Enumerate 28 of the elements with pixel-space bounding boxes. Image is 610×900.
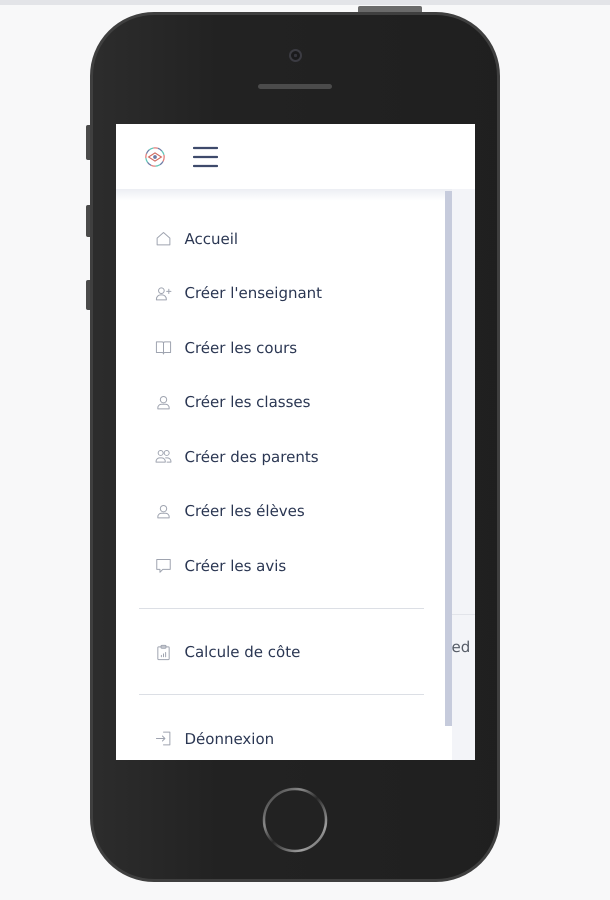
- user-icon: [154, 502, 172, 520]
- menu-icon[interactable]: [192, 146, 218, 168]
- speech-bubble-icon: [154, 557, 172, 574]
- logo-icon: [144, 146, 166, 168]
- menu-item[interactable]: Créer l'enseignant: [154, 282, 322, 304]
- menu-item[interactable]: Créer les avis: [154, 554, 286, 577]
- menu-item[interactable]: Créer les élèves: [154, 500, 305, 522]
- side-button[interactable]: [86, 125, 90, 160]
- side-button[interactable]: [86, 280, 90, 310]
- menu-item[interactable]: Créer les cours: [154, 336, 298, 359]
- menu-item[interactable]: Créer les classes: [154, 391, 310, 414]
- home-button[interactable]: [262, 787, 328, 853]
- menu-item[interactable]: Créer des parents: [154, 446, 319, 468]
- scrollbar[interactable]: [444, 191, 452, 726]
- side-button[interactable]: [86, 205, 90, 237]
- top-button[interactable]: [358, 6, 422, 12]
- menu-item[interactable]: Déonnexion: [154, 728, 274, 750]
- camera-icon: [288, 48, 302, 62]
- page-text-fragment: ed: [452, 638, 472, 656]
- enter-icon: [154, 730, 172, 748]
- clipboard-chart-icon: [154, 644, 172, 661]
- user-icon: [154, 394, 172, 411]
- users-icon: [154, 448, 172, 466]
- home-icon: [154, 230, 172, 248]
- user-plus-icon: [154, 284, 172, 302]
- menu-item[interactable]: Calcule de côte: [154, 641, 300, 664]
- menu-item[interactable]: Accueil: [154, 228, 238, 250]
- book-icon: [154, 339, 172, 356]
